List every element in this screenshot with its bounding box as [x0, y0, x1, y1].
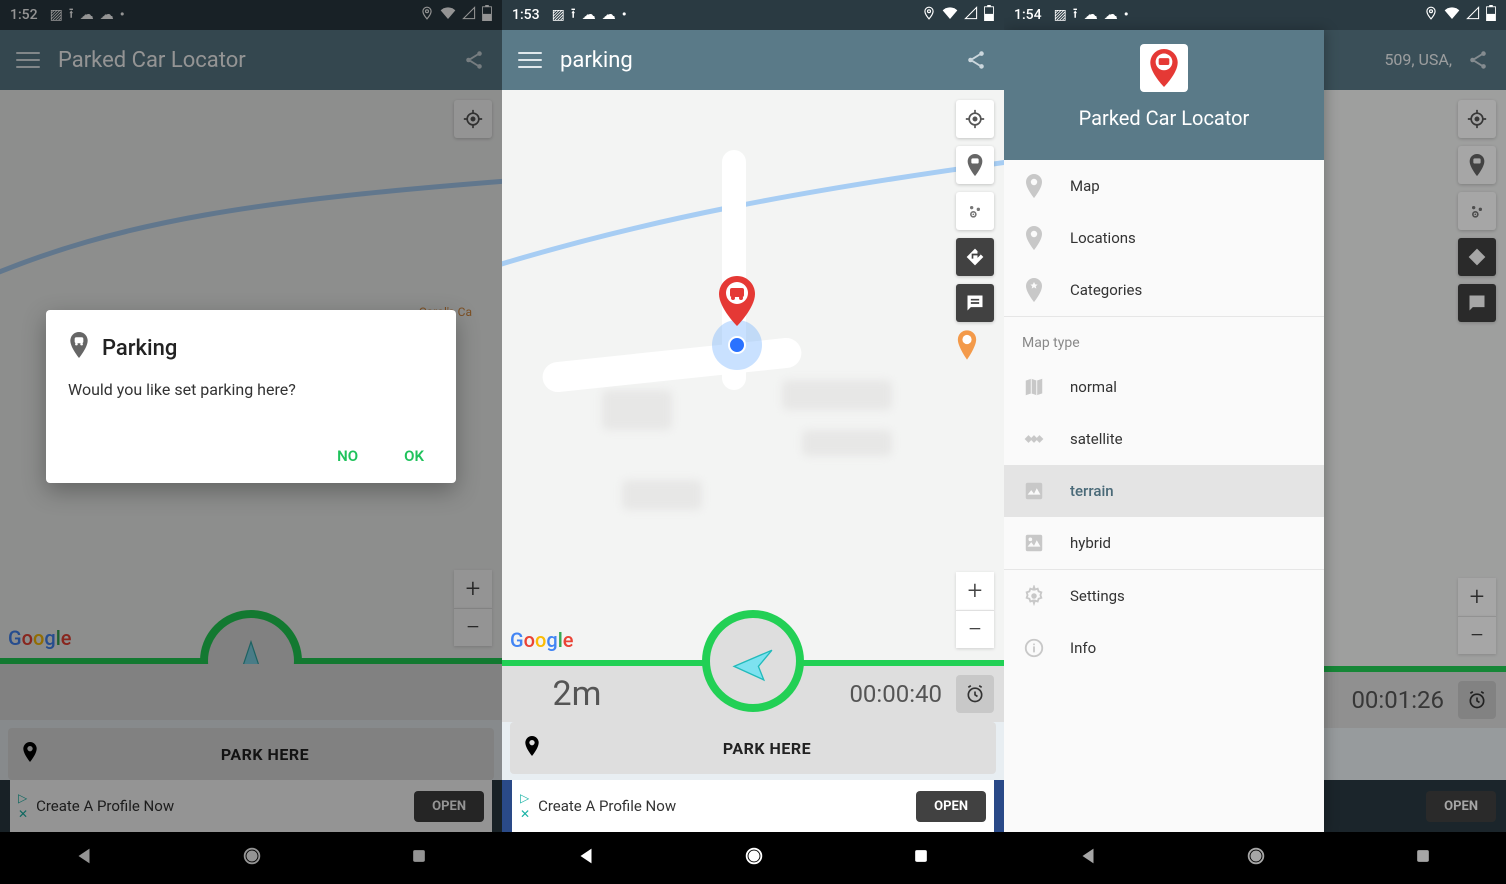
dot-icon: •: [622, 7, 627, 23]
all-locations-button[interactable]: [956, 192, 994, 230]
locate-me-button[interactable]: [956, 100, 994, 138]
dialog-scrim[interactable]: Parking Would you like set parking here?…: [0, 0, 502, 884]
drawer-settings-icon: [1022, 584, 1046, 608]
drawer-info-label: Info: [1070, 639, 1096, 657]
zoom-control: + −: [956, 572, 994, 648]
poi-marker[interactable]: [956, 330, 978, 364]
dot-icon: •: [1124, 7, 1129, 23]
drawer-maptype-terrain-icon: [1022, 479, 1046, 503]
drawer-locations-label: Locations: [1070, 229, 1136, 247]
battery-icon: [984, 5, 994, 25]
screen-3: 1:54 ▨ ⭱ ☁ ☁ • 509, USA,: [1004, 0, 1506, 884]
dialog-message: Would you like set parking here?: [68, 380, 434, 399]
app-logo: [1140, 44, 1188, 92]
drawer-section-maptype: Map type: [1004, 317, 1324, 361]
car-marker[interactable]: [717, 276, 757, 330]
status-clock: 1:53: [512, 7, 540, 23]
drawer-maptype-satellite[interactable]: satellite: [1004, 413, 1324, 465]
drawer-categories-icon: [1022, 278, 1046, 302]
drawer-title: Parked Car Locator: [1079, 106, 1250, 130]
ad-badge-icon: ▷✕: [520, 791, 530, 821]
triptych-root: 1:52 ▨ ⭱ ☁ ☁ •: [0, 0, 1506, 884]
dialog-no-button[interactable]: NO: [327, 439, 368, 473]
upload-icon: ⭱: [571, 3, 576, 27]
drawer-maptype-normal-icon: [1022, 375, 1046, 399]
wifi-icon: [942, 6, 958, 24]
image-icon: ▨: [1054, 7, 1067, 23]
wifi-icon: [1444, 6, 1460, 24]
app-bar: parking: [502, 30, 1004, 90]
zoom-out-button[interactable]: −: [956, 610, 994, 648]
drawer-locations[interactable]: Locations: [1004, 212, 1324, 264]
notes-button[interactable]: [956, 284, 994, 322]
cloud-icon: ☁: [602, 7, 616, 23]
drawer-header: Parked Car Locator: [1004, 30, 1324, 160]
screen-1: 1:52 ▨ ⭱ ☁ ☁ •: [0, 0, 502, 884]
drawer-maptype-hybrid-label: hybrid: [1070, 534, 1111, 552]
drawer-categories-label: Categories: [1070, 281, 1142, 299]
location-icon: [922, 6, 936, 24]
status-clock: 1:54: [1014, 7, 1042, 23]
cloud-icon: ☁: [1104, 7, 1118, 23]
alarm-button[interactable]: [956, 675, 994, 713]
battery-icon: [1486, 5, 1496, 25]
drawer-locations-icon: [1022, 226, 1046, 250]
share-button[interactable]: [956, 40, 996, 80]
recent-button[interactable]: [911, 846, 931, 870]
location-icon: [1424, 6, 1438, 24]
drawer-maptype-hybrid[interactable]: hybrid: [1004, 517, 1324, 569]
dialog-ok-button[interactable]: OK: [394, 439, 434, 473]
directions-button[interactable]: [956, 238, 994, 276]
drawer-maptype-terrain[interactable]: terrain: [1004, 465, 1324, 517]
back-button[interactable]: [575, 845, 597, 871]
system-nav-bar: [502, 832, 1004, 884]
drawer-info-icon: [1022, 636, 1046, 660]
app-title: parking: [550, 48, 956, 73]
signal-icon: [964, 6, 978, 24]
car-location-button[interactable]: [956, 146, 994, 184]
drawer-info[interactable]: Info: [1004, 622, 1324, 674]
drawer-settings-label: Settings: [1070, 587, 1125, 605]
drawer-categories[interactable]: Categories: [1004, 264, 1324, 316]
menu-button[interactable]: [510, 40, 550, 80]
parking-dialog: Parking Would you like set parking here?…: [46, 310, 456, 483]
status-bar: 1:53 ▨ ⭱ ☁ ☁ •: [502, 0, 1004, 30]
google-logo: Google: [510, 628, 574, 652]
drawer-maptype-satellite-label: satellite: [1070, 430, 1123, 448]
drawer-map[interactable]: Map: [1004, 160, 1324, 212]
signal-icon: [1466, 6, 1480, 24]
ad-banner[interactable]: ▷✕ Create A Profile Now OPEN: [502, 780, 1004, 832]
distance-value: 2m: [512, 674, 642, 714]
drawer-maptype-normal[interactable]: normal: [1004, 361, 1324, 413]
zoom-in-button[interactable]: +: [956, 572, 994, 610]
pin-icon: [524, 736, 540, 760]
info-bar: 2m 00:00:40: [502, 666, 1004, 722]
dialog-title: Parking: [102, 336, 177, 361]
screen-2: 1:53 ▨ ⭱ ☁ ☁ • parking: [502, 0, 1004, 884]
map-canvas[interactable]: + − Google: [502, 90, 1004, 660]
park-here-label: PARK HERE: [552, 739, 982, 758]
drawer-settings[interactable]: Settings: [1004, 570, 1324, 622]
drawer-maptype-satellite-icon: [1022, 427, 1046, 451]
timer-value: 00:00:40: [849, 680, 942, 708]
park-here-button[interactable]: PARK HERE: [510, 722, 996, 774]
status-bar: 1:54 ▨ ⭱ ☁ ☁ •: [1004, 0, 1506, 30]
cloud-icon: ☁: [1084, 7, 1098, 23]
drawer-maptype-terrain-label: terrain: [1070, 482, 1114, 500]
home-button[interactable]: [743, 845, 765, 871]
nav-drawer: Parked Car Locator Map Locations Categorie…: [1004, 30, 1324, 832]
image-icon: ▨: [552, 7, 565, 23]
drawer-maptype-normal-label: normal: [1070, 378, 1117, 396]
drawer-map-label: Map: [1070, 177, 1100, 195]
ad-text: Create A Profile Now: [538, 797, 676, 815]
cloud-icon: ☁: [582, 7, 596, 23]
car-pin-icon: [68, 332, 90, 364]
drawer-maptype-hybrid-icon: [1022, 531, 1046, 555]
upload-icon: ⭱: [1073, 3, 1078, 27]
drawer-map-icon: [1022, 174, 1046, 198]
ad-cta-button[interactable]: OPEN: [916, 791, 986, 822]
